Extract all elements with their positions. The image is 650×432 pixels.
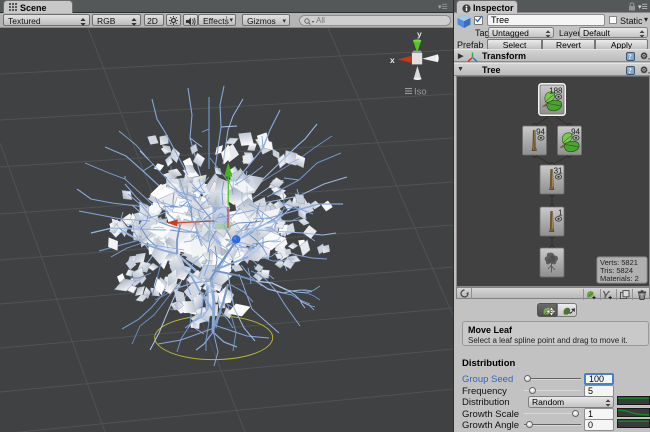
svg-text:Iso: Iso [414, 87, 427, 98]
svg-text:?: ? [628, 67, 632, 75]
svg-text:x: x [390, 55, 395, 65]
svg-text:?: ? [628, 53, 632, 61]
svg-text:Materials: 2: Materials: 2 [600, 274, 639, 283]
svg-text:y: y [417, 29, 422, 39]
svg-text:188: 188 [549, 87, 563, 96]
